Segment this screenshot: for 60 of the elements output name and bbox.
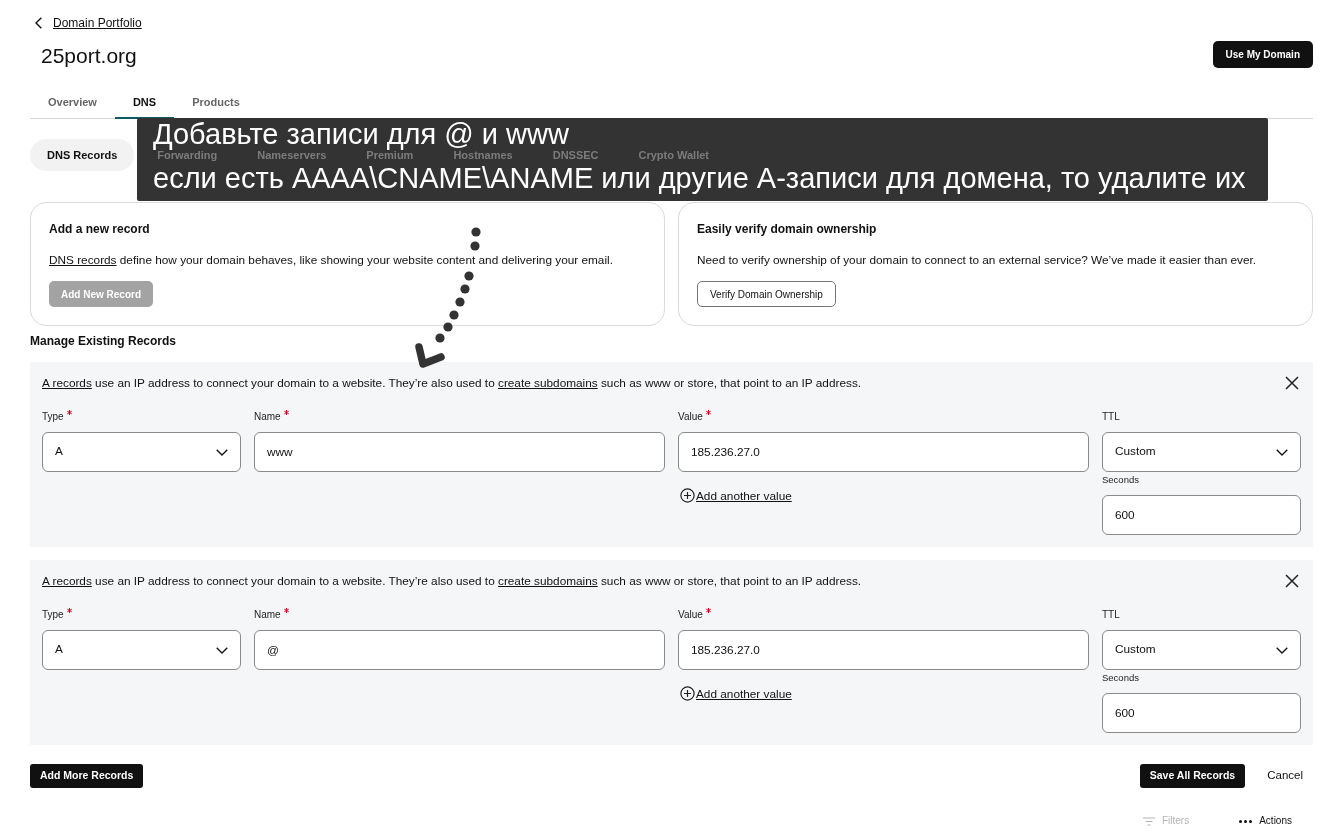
filter-icon bbox=[1142, 816, 1155, 826]
verify-button[interactable]: Verify Domain Ownership bbox=[697, 281, 836, 307]
more-icon bbox=[1239, 819, 1253, 823]
section-tab[interactable]: DNS Records bbox=[30, 139, 135, 171]
card-title: Add a new record bbox=[49, 222, 151, 236]
chevron-down-icon bbox=[1276, 448, 1288, 456]
chevron-left-icon bbox=[35, 17, 42, 29]
field-label: Value bbox=[678, 608, 703, 622]
name-field[interactable]: www bbox=[254, 432, 665, 472]
use-my-domain-button[interactable]: Use My Domain bbox=[1212, 41, 1313, 68]
seconds-field[interactable]: 600 bbox=[1102, 693, 1301, 733]
card-title: Easily verify domain ownership bbox=[697, 222, 878, 236]
text-link[interactable]: A records bbox=[42, 574, 92, 588]
close-icon bbox=[1285, 574, 1299, 588]
chevron-down-icon bbox=[216, 646, 228, 654]
field-label: Value bbox=[678, 410, 703, 424]
add-more-records-button[interactable]: Add More Records bbox=[30, 764, 144, 788]
field-label: Seconds bbox=[1102, 672, 1140, 684]
close-button[interactable] bbox=[1285, 376, 1299, 390]
type-select[interactable]: A bbox=[42, 630, 241, 670]
field-label: TTL bbox=[1102, 608, 1120, 622]
record-description: A records use an IP address to connect your domain to a website. They’re also used to create subdomains such as www or store, that point to an IP address. bbox=[42, 574, 862, 588]
card-text: Need to verify ownership of your domain to connect to an external service? We’ve made it easier than ever. bbox=[697, 253, 1258, 267]
tab[interactable]: Products bbox=[174, 85, 258, 119]
plus-circle-icon bbox=[680, 488, 695, 503]
annotation-text: если есть AAAA\CNAME\ANAME или другие А-записи для домена, то удалите их bbox=[153, 162, 1246, 194]
type-select[interactable]: A bbox=[42, 432, 241, 472]
close-icon bbox=[1285, 376, 1299, 390]
field-label: Name bbox=[254, 608, 281, 622]
text-link[interactable]: A records bbox=[42, 376, 92, 390]
field-label: Type bbox=[42, 410, 64, 424]
seconds-field[interactable]: 600 bbox=[1102, 495, 1301, 535]
text-link[interactable]: create subdomains bbox=[498, 376, 598, 390]
ttl-select[interactable]: Custom bbox=[1102, 630, 1301, 670]
field-label: TTL bbox=[1102, 410, 1120, 424]
add-value-link[interactable]: Add another value bbox=[678, 686, 792, 701]
text-link[interactable]: DNS records bbox=[49, 253, 117, 267]
save-all-records-button[interactable]: Save All Records bbox=[1139, 764, 1246, 788]
cancel-button[interactable]: Cancel bbox=[1267, 767, 1303, 785]
field-label: Type bbox=[42, 608, 64, 622]
tab[interactable]: Overview bbox=[30, 85, 115, 119]
annotation-text: Добавьте записи для @ и www bbox=[153, 118, 569, 150]
ttl-select[interactable]: Custom bbox=[1102, 432, 1301, 472]
text-link[interactable]: create subdomains bbox=[498, 574, 598, 588]
record-description: A records use an IP address to connect your domain to a website. They’re also used to create subdomains such as www or store, that point to an IP address. bbox=[42, 376, 862, 390]
value-field[interactable]: 185.236.27.0 bbox=[678, 432, 1089, 472]
chevron-down-icon bbox=[1276, 646, 1288, 654]
back-link[interactable]: Domain Portfolio bbox=[53, 15, 142, 31]
field-label: Name bbox=[254, 410, 281, 424]
field-label: Seconds bbox=[1102, 474, 1140, 486]
name-field[interactable]: @ bbox=[254, 630, 665, 670]
value-field[interactable]: 185.236.27.0 bbox=[678, 630, 1089, 670]
section-title: Manage Existing Records bbox=[30, 334, 178, 348]
plus-circle-icon bbox=[680, 686, 695, 701]
actions-button[interactable]: Actions bbox=[1239, 814, 1292, 828]
add-value-link[interactable]: Add another value bbox=[678, 488, 792, 503]
close-button[interactable] bbox=[1285, 574, 1299, 588]
domain-title: 25port.org bbox=[41, 44, 137, 68]
card-text: DNS records define how your domain behaves, like showing your website content and delivering your email. bbox=[49, 253, 614, 267]
chevron-down-icon bbox=[216, 448, 228, 456]
